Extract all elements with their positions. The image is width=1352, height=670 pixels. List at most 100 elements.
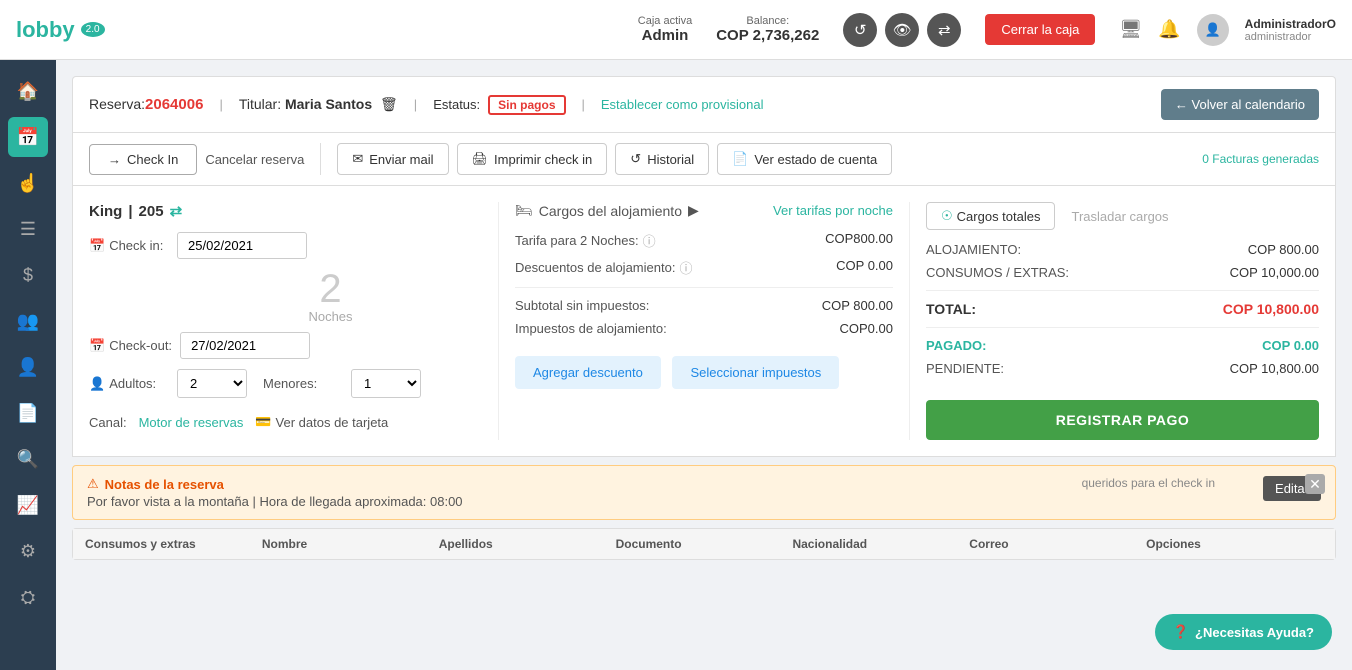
enviar-mail-button[interactable]: ✉ Enviar mail (337, 143, 448, 175)
cursor-icon: ▶ (688, 202, 699, 219)
reserva-label: Reserva:2064006 (89, 96, 203, 113)
subtotal-label: Subtotal sin impuestos: (515, 298, 649, 313)
left-panel: King | 205 ⇄ 📅 Check in: 2 Noches 📅 (89, 202, 499, 440)
adultos-label: 👤 Adultos: (89, 376, 169, 392)
sidebar-item-calendar[interactable]: 📅 (8, 117, 48, 157)
logo-version: 2.0 (81, 22, 105, 37)
print-icon: 🖨 (472, 151, 489, 167)
seleccionar-impuestos-button[interactable]: Seleccionar impuestos (672, 356, 839, 389)
historial-button[interactable]: ↺ Historial (615, 143, 709, 175)
table-header: Consumos y extras Nombre Apellidos Docum… (73, 529, 1335, 559)
provisional-button[interactable]: Establecer como provisional (601, 97, 764, 112)
card-icon: 💳 (255, 414, 271, 430)
sidebar-item-settings[interactable]: ⛭ (8, 577, 48, 617)
tarifa-label: Tarifa para 2 Noches: ⓘ (515, 231, 656, 250)
menores-select[interactable]: 102 (351, 369, 421, 398)
pagado-row: PAGADO: COP 0.00 (926, 338, 1319, 353)
agregar-descuento-button[interactable]: Agregar descuento (515, 356, 661, 389)
subtotal-row: Subtotal sin impuestos: COP 800.00 (515, 298, 893, 313)
pagado-label: PAGADO: (926, 338, 986, 353)
tarjeta-link[interactable]: 💳 Ver datos de tarjeta (255, 414, 388, 430)
help-button[interactable]: ❓ ¿Necesitas Ayuda? (1155, 614, 1332, 650)
status-badge: Sin pagos (488, 95, 565, 115)
sidebar-item-list[interactable]: ☰ (8, 209, 48, 249)
notes-text: Por favor vista a la montaña | Hora de l… (87, 494, 1255, 509)
col-documento: Documento (616, 537, 793, 551)
sidebar-item-idcard[interactable]: 👤 (8, 347, 48, 387)
tab-traslado[interactable]: Trasladar cargos (1071, 209, 1168, 224)
sidebar-item-chart[interactable]: 📈 (8, 485, 48, 525)
sidebar-item-home[interactable]: 🏠 (8, 71, 48, 111)
consumos-row: CONSUMOS / EXTRAS: COP 10,000.00 (926, 265, 1319, 280)
checkin-input[interactable] (177, 232, 307, 259)
history-icon-btn[interactable]: ↺ (843, 13, 877, 47)
titular-text: Titular: (239, 96, 285, 112)
noches-badge: 2 Noches (179, 269, 482, 324)
checkin-label: Check In (127, 152, 178, 167)
noches-label: Noches (179, 309, 482, 324)
balance-label: Balance: (716, 15, 819, 27)
total-label: TOTAL: (926, 301, 976, 317)
col-consumos: Consumos y extras (85, 537, 262, 551)
volver-button[interactable]: ← Volver al calendario (1161, 89, 1319, 120)
tabs-section: Consumos y extras Nombre Apellidos Docum… (72, 528, 1336, 560)
sidebar-item-hand[interactable]: ☝ (8, 163, 48, 203)
canal-text: Canal: (89, 415, 127, 430)
warning-icon: ⚠ (87, 476, 99, 492)
alojamiento-label: ALOJAMIENTO: (926, 242, 1021, 257)
monitor-icon[interactable]: 🖥 (1119, 19, 1142, 40)
logo-text: lobby (16, 17, 75, 43)
sidebar: 🏠 📅 ☝ ☰ $ 👥 👤 📄 🔍 📈 ⚙ ⛭ (0, 60, 56, 670)
alojamiento-row: ALOJAMIENTO: COP 800.00 (926, 242, 1319, 257)
cargos-tabs: ☉ Cargos totales Trasladar cargos (926, 202, 1319, 230)
impuestos-row: Impuestos de alojamiento: COP0.00 (515, 321, 893, 336)
cancelar-button[interactable]: Cancelar reserva (205, 152, 304, 167)
help-label: ¿Necesitas Ayuda? (1195, 625, 1314, 640)
sidebar-item-users[interactable]: 👥 (8, 301, 48, 341)
mail-icon: ✉ (352, 151, 363, 167)
col-correo: Correo (969, 537, 1146, 551)
bell-icon[interactable]: 🔔 (1158, 19, 1180, 40)
checkout-input[interactable] (180, 332, 310, 359)
canal-link[interactable]: Motor de reservas (139, 415, 244, 430)
registrar-pago-button[interactable]: REGISTRAR PAGO (926, 400, 1319, 440)
tarifa-row: Tarifa para 2 Noches: ⓘ COP800.00 (515, 231, 893, 250)
sidebar-item-search[interactable]: 🔍 (8, 439, 48, 479)
consumos-value: COP 10,000.00 (1230, 265, 1319, 280)
checkin-button[interactable]: → Check In (89, 144, 197, 175)
adultos-select[interactable]: 2134 (177, 369, 247, 398)
pagado-value: COP 0.00 (1262, 338, 1319, 353)
topbar: lobby 2.0 Caja activa Admin Balance: COP… (0, 0, 1352, 60)
notes-content: ⚠ Notas de la reserva Por favor vista a … (87, 476, 1255, 509)
user-info: AdministradorO administrador (1245, 17, 1336, 43)
subtotal-value: COP 800.00 (822, 298, 893, 313)
coin-icon: ☉ (941, 208, 953, 224)
edit-icon[interactable]: 🗑 (380, 96, 398, 112)
person-icon: 👤 (89, 376, 105, 392)
tarifas-link[interactable]: Ver tarifas por noche (773, 203, 893, 218)
tarifa-value: COP800.00 (825, 231, 893, 250)
cargos-title: 🛏 Cargos del alojamiento ▶ (515, 202, 699, 219)
divider (320, 143, 321, 175)
alojamiento-value: COP 800.00 (1248, 242, 1319, 257)
eye-icon-btn[interactable]: 👁 (885, 13, 919, 47)
cerrar-caja-button[interactable]: Cerrar la caja (985, 14, 1095, 45)
swap-icon-btn[interactable]: ⇄ (927, 13, 961, 47)
notes-close-button[interactable]: ✕ (1305, 474, 1325, 494)
help-tarifa-icon[interactable]: ⓘ (643, 231, 656, 250)
pendiente-value: COP 10,800.00 (1230, 361, 1319, 376)
caja-value: Admin (638, 27, 692, 44)
swap-room-icon[interactable]: ⇄ (170, 202, 183, 220)
bed-icon: 🛏 (515, 202, 533, 219)
reservation-header: Reserva:2064006 | Titular: Maria Santos … (72, 76, 1336, 132)
sidebar-item-file[interactable]: 📄 (8, 393, 48, 433)
sidebar-item-dollar[interactable]: $ (8, 255, 48, 295)
help-desc-icon[interactable]: ⓘ (679, 258, 692, 277)
imprimir-button[interactable]: 🖨 Imprimir check in (457, 143, 608, 175)
checkout-label: 📅 Check-out: (89, 338, 172, 354)
sidebar-item-settings-alt[interactable]: ⚙ (8, 531, 48, 571)
estado-cuenta-button[interactable]: 📄 Ver estado de cuenta (717, 143, 892, 175)
tab-cargos-totales[interactable]: ☉ Cargos totales (926, 202, 1055, 230)
pendiente-row: PENDIENTE: COP 10,800.00 (926, 361, 1319, 376)
main-content: Reserva:2064006 | Titular: Maria Santos … (56, 60, 1352, 576)
